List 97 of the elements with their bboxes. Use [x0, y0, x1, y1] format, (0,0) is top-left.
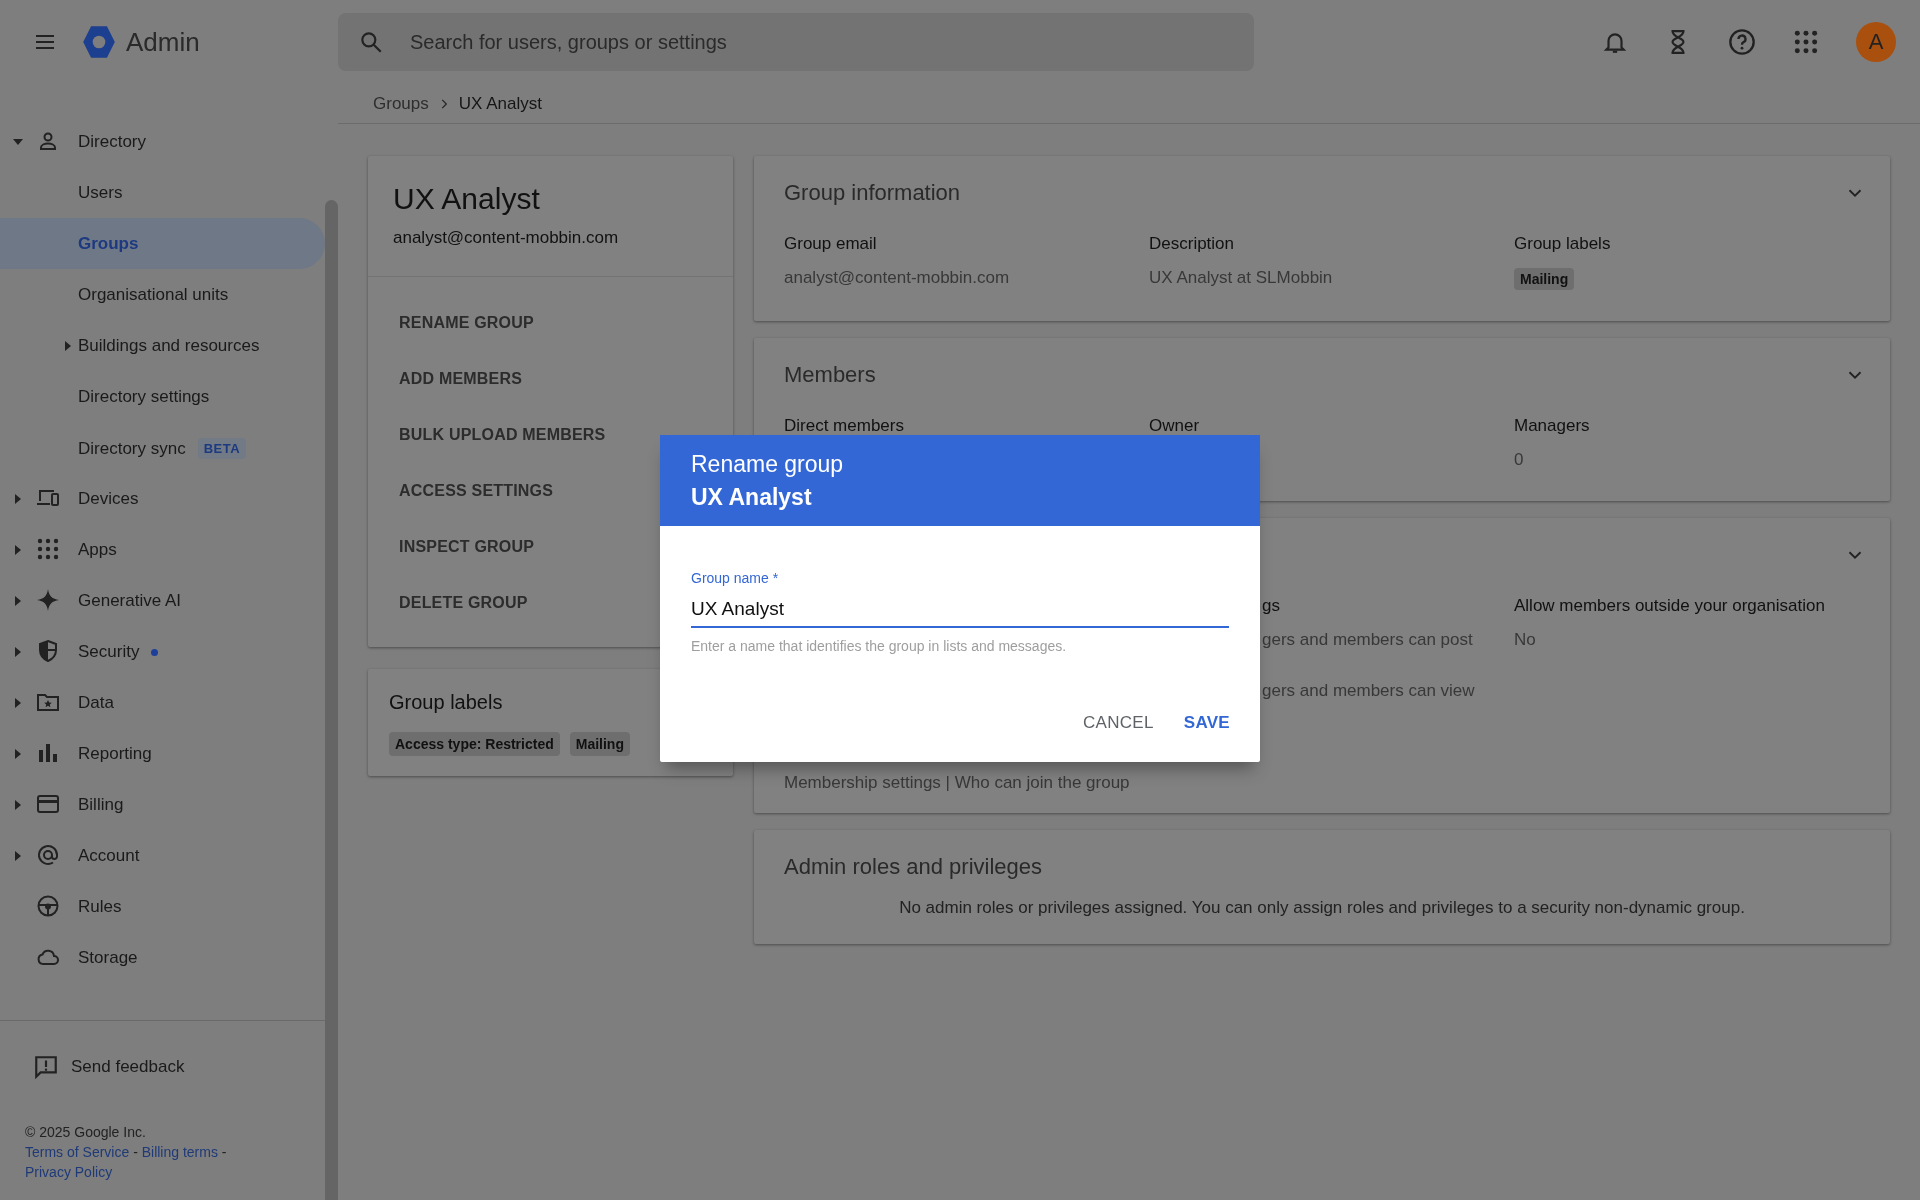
sidebar-item[interactable]: Directory: [0, 116, 325, 167]
sidebar-label: Billing: [78, 795, 124, 815]
field-label: Description: [1149, 234, 1235, 254]
shield-icon: [36, 639, 60, 663]
cancel-button[interactable]: CANCEL: [1075, 704, 1162, 742]
action-button[interactable]: RENAME GROUP: [368, 295, 542, 351]
settings-summary: Membership settings | Who can join the group: [784, 773, 1131, 794]
field-value: No: [1514, 630, 1536, 650]
card-title: Members: [784, 362, 876, 388]
app-name: Admin: [126, 26, 200, 58]
label-chip: Access type: Restricted: [389, 732, 560, 756]
bar-chart-icon: [36, 741, 60, 765]
field-value: gers and members can post: [1262, 630, 1473, 650]
sidebar-item[interactable]: Rules: [0, 881, 325, 932]
empty-message: No admin roles or privileges assigned. You can only assign roles and privileges to a security non-dynamic group.: [898, 898, 1746, 919]
sidebar-label: Storage: [78, 948, 138, 968]
footer-link[interactable]: Billing terms: [141, 1144, 218, 1160]
sidebar-label: Devices: [78, 489, 139, 509]
label-chip: Mailing: [569, 732, 630, 756]
sidebar-item[interactable]: Data: [0, 677, 325, 728]
dialog-subtitle: UX Analyst: [691, 483, 813, 512]
footer-link[interactable]: Terms of Service: [25, 1144, 130, 1160]
sidebar-label: Groups: [78, 234, 139, 254]
sidebar-item[interactable]: Directory settings: [0, 371, 325, 422]
action-button[interactable]: DELETE GROUP: [368, 575, 536, 631]
breadcrumb-current: UX Analyst: [458, 93, 542, 114]
sidebar-label: Directory sync: [78, 438, 186, 459]
field-label: Owner: [1149, 416, 1200, 436]
sidebar-label: Account: [78, 846, 140, 866]
feedback-icon: [33, 1053, 59, 1080]
search-icon[interactable]: [358, 29, 384, 55]
logo-icon[interactable]: [80, 23, 118, 61]
group-name: UX Analyst: [393, 182, 541, 216]
field-value: 0: [1514, 450, 1524, 470]
credit-card-icon: [36, 792, 60, 816]
field-label: Group email: [784, 234, 877, 254]
breadcrumb-link[interactable]: Groups: [373, 93, 429, 114]
sidebar-label: Organisational units: [78, 285, 229, 305]
sidebar-item[interactable]: Security: [0, 626, 325, 677]
sidebar-label: Users: [78, 183, 123, 203]
field-label: Group labels: [1514, 234, 1611, 254]
steering-wheel-icon: [36, 894, 60, 918]
sidebar-item[interactable]: Buildings and resources: [0, 320, 325, 371]
separator-text: -: [133, 1144, 138, 1160]
apps-icon: [36, 537, 60, 561]
footer-link[interactable]: Privacy Policy: [25, 1164, 113, 1180]
sidebar-item[interactable]: Reporting: [0, 728, 325, 779]
sidebar-item[interactable]: Account: [0, 830, 325, 881]
card-title: Group labels: [389, 691, 504, 714]
sidebar-label: Reporting: [78, 744, 152, 764]
card-title: Admin roles and privileges: [784, 854, 1043, 880]
field-label: gs: [1262, 596, 1280, 616]
sidebar-item[interactable]: Users: [0, 167, 325, 218]
apps-icon[interactable]: [1793, 29, 1819, 55]
sidebar-item[interactable]: Generative AI: [0, 575, 325, 626]
field-value: analyst@content-mobbin.com: [784, 268, 1010, 288]
field-label: Direct members: [784, 416, 904, 436]
field-value: UX Analyst at SLMobbin: [1149, 268, 1333, 288]
field-label: Allow members outside your organisation: [1514, 596, 1825, 616]
action-button[interactable]: ACCESS SETTINGS: [368, 463, 562, 519]
help-icon[interactable]: [1728, 28, 1756, 56]
action-button[interactable]: BULK UPLOAD MEMBERS: [368, 407, 614, 463]
sidebar-item[interactable]: Devices: [0, 473, 325, 524]
feedback-link[interactable]: Send feedback: [0, 1041, 325, 1092]
at-sign-icon: [36, 843, 60, 867]
sidebar-item[interactable]: Directory sync BETA: [0, 422, 325, 473]
action-button[interactable]: ADD MEMBERS: [368, 351, 531, 407]
sparkle-icon: [36, 588, 60, 612]
scrollbar[interactable]: [325, 200, 338, 1200]
helper-text: Enter a name that identifies the group in lists and messages.: [691, 638, 1068, 654]
sidebar-label: Buildings and resources: [78, 336, 260, 356]
field-label: Group name *: [691, 570, 780, 586]
sidebar-item[interactable]: Apps: [0, 524, 325, 575]
beta-badge: BETA: [197, 438, 247, 459]
field-label: Managers: [1514, 416, 1590, 436]
copyright-text: © 2025 Google Inc.: [25, 1123, 147, 1142]
sidebar-label: Rules: [78, 897, 122, 917]
sidebar-item[interactable]: Storage: [0, 932, 325, 983]
sidebar-item[interactable]: Organisational units: [0, 269, 325, 320]
search-field[interactable]: Search for users, groups or settings: [338, 13, 1254, 71]
action-button[interactable]: INSPECT GROUP: [368, 519, 543, 575]
field-value: gers and members can view: [1262, 681, 1475, 701]
dialog-title: Rename group: [691, 450, 845, 479]
sidebar-label: Apps: [78, 540, 117, 560]
sidebar-item[interactable]: Billing: [0, 779, 325, 830]
sidebar-item[interactable]: Groups: [0, 218, 325, 269]
sidebar-label: Directory: [78, 132, 146, 152]
sidebar-label: Data: [78, 693, 114, 713]
save-button[interactable]: SAVE: [1175, 704, 1238, 742]
group-email: analyst@content-mobbin.com: [393, 228, 620, 248]
sidebar-label: Security: [78, 642, 140, 662]
sidebar-label: Generative AI: [78, 591, 181, 611]
sidebar-label: Directory settings: [78, 387, 210, 407]
label-chip: Mailing: [1514, 268, 1575, 290]
separator-text: -: [221, 1144, 227, 1160]
avatar[interactable]: A: [1856, 22, 1896, 62]
card-title: Group information: [784, 180, 961, 206]
